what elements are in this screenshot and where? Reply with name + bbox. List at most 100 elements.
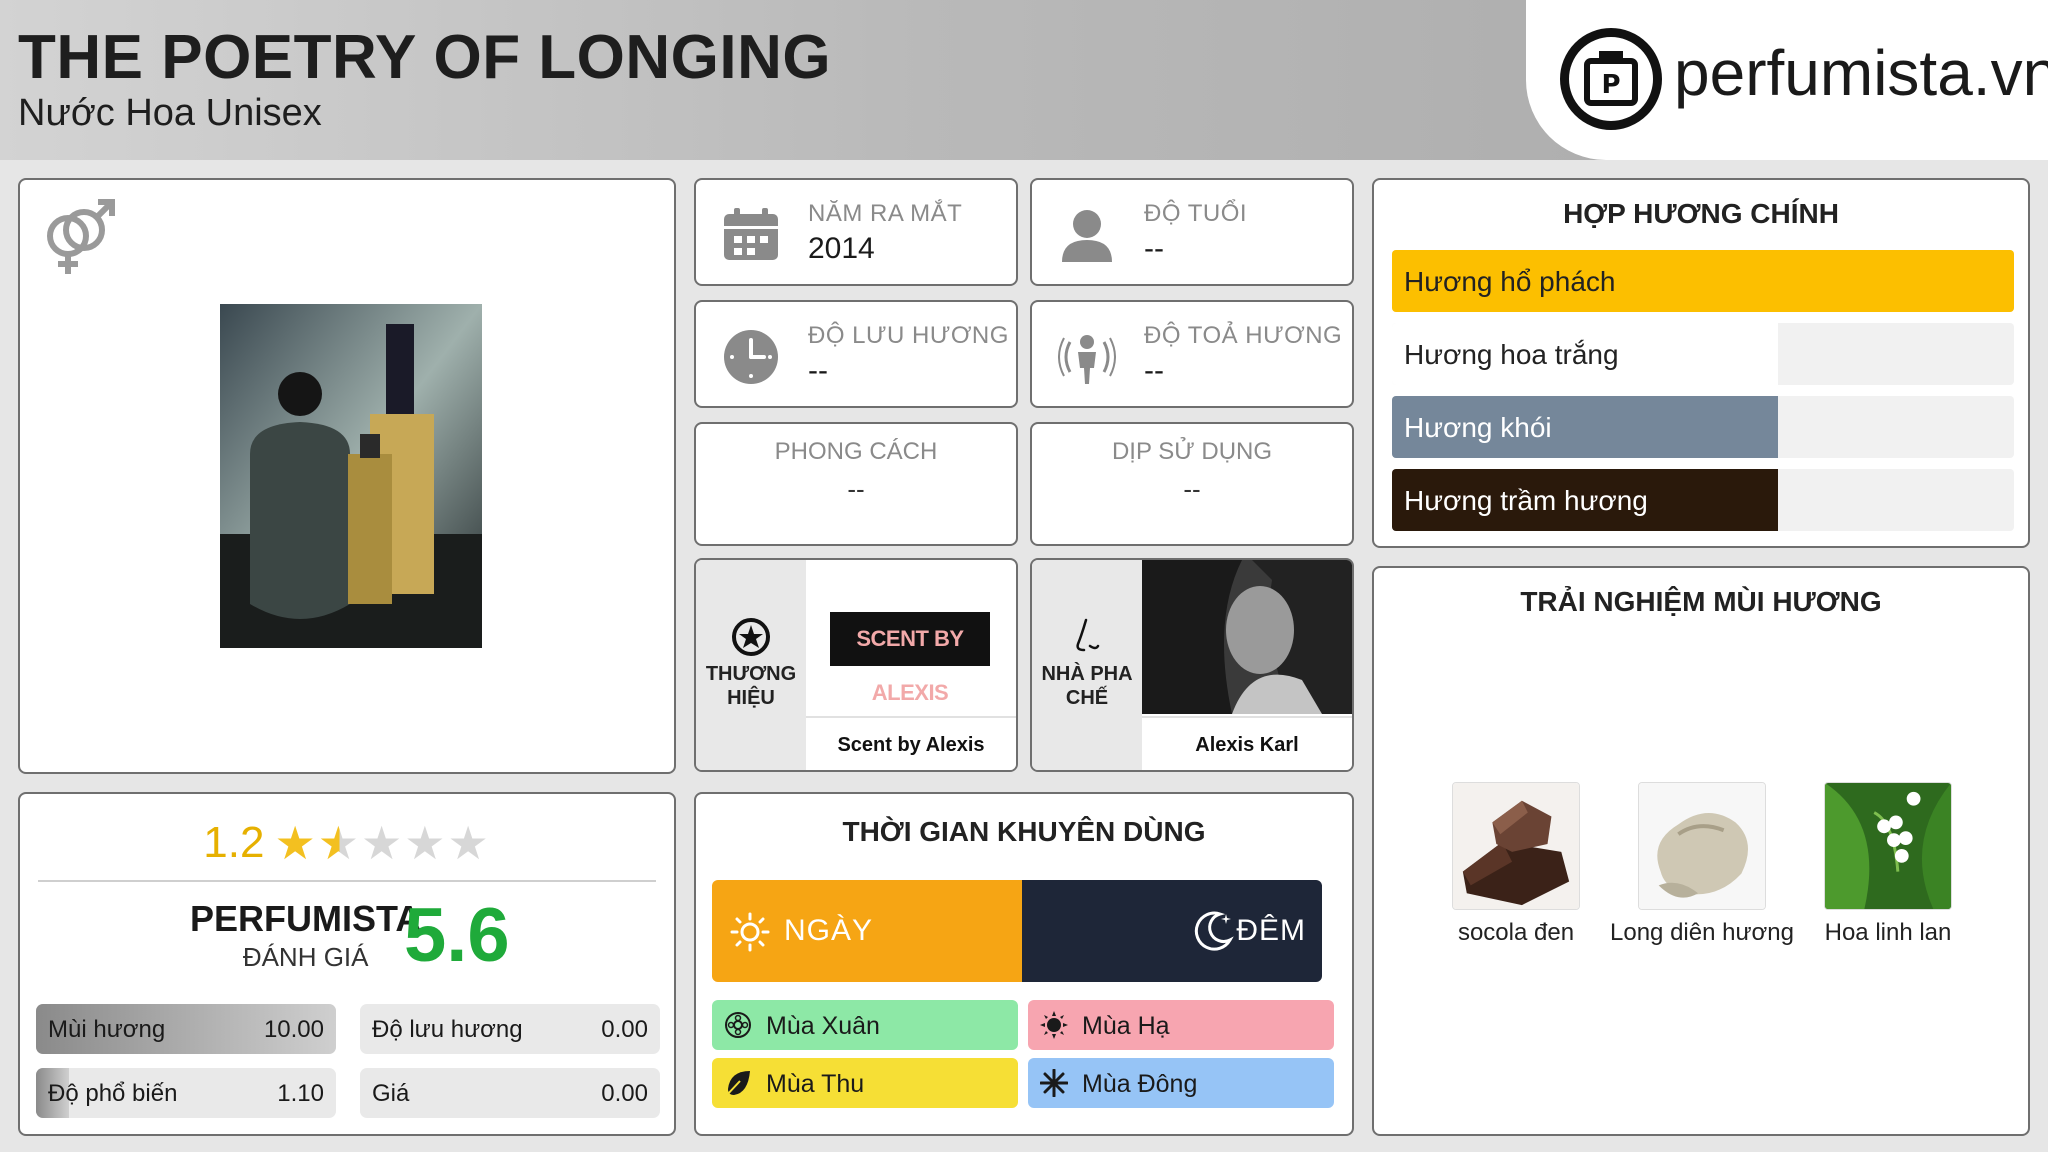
note-image-ambergris[interactable] xyxy=(1638,782,1766,910)
sillage-icon xyxy=(1058,335,1116,384)
metric-label: Độ lưu hương xyxy=(372,1016,523,1043)
day-night-bar: NGÀY ĐÊM xyxy=(712,880,1322,982)
star-icon[interactable]: ★ xyxy=(318,817,361,869)
metric-label: Mùi hương xyxy=(48,1016,166,1043)
accord-label: Hương khói xyxy=(1404,412,1552,443)
user-rating-score: 1.2 xyxy=(203,818,265,868)
sillage-label: ĐỘ TOẢ HƯƠNG xyxy=(1144,322,1343,349)
page-title: THE POETRY OF LONGING xyxy=(18,23,832,92)
perfumer-side-label: NHÀ PHA CHẾ xyxy=(1041,663,1133,709)
occasion-card: DỊP SỬ DỤNG -- xyxy=(1030,422,1354,546)
day-label: NGÀY xyxy=(784,914,874,947)
night-label: ĐÊM xyxy=(1236,914,1306,947)
perfumista-label: PERFUMISTA xyxy=(190,898,422,939)
user-rating: 1.2 ★★★★★ xyxy=(20,816,674,870)
perfumista-rating-label: PERFUMISTA ĐÁNH GIÁ xyxy=(190,898,421,973)
note-image-dark-chocolate[interactable] xyxy=(1452,782,1580,910)
accord-bar: Hương hổ phách xyxy=(1392,250,2014,312)
scent-experience-card: TRẢI NGHIỆM MÙI HƯƠNG socola đen Long di… xyxy=(1372,566,2030,1136)
metric-price: Giá 0.00 xyxy=(360,1068,660,1118)
header: THE POETRY OF LONGING Nước Hoa Unisex P … xyxy=(0,0,2048,160)
note-item[interactable]: socola đen xyxy=(1416,782,1616,948)
note-item[interactable]: Hoa linh lan xyxy=(1788,782,1988,948)
perfumista-score: 5.6 xyxy=(404,893,510,978)
brand-name-link[interactable]: Scent by Alexis xyxy=(806,716,1016,770)
metric-value: 0.00 xyxy=(601,1080,648,1107)
brand-logo-text: SCENT BY ALEXIS xyxy=(830,612,990,705)
metric-popularity: Độ phổ biến 1.10 xyxy=(36,1068,336,1118)
occasion-value: -- xyxy=(1183,474,1201,504)
product-photo xyxy=(220,304,482,648)
time-title: THỜI GIAN KHUYÊN DÙNG xyxy=(842,816,1206,847)
sillage-card: ĐỘ TOẢ HƯƠNG -- xyxy=(1030,300,1354,408)
metric-value: 0.00 xyxy=(601,1016,648,1043)
page-subtitle: Nước Hoa Unisex xyxy=(18,92,322,134)
perfumer-side-pane: NHÀ PHA CHẾ xyxy=(1032,560,1142,770)
moon-icon xyxy=(1194,911,1234,951)
age-card: ĐỘ TUỔI -- xyxy=(1030,178,1354,286)
brand-logo-image[interactable]: SCENT BY ALEXIS xyxy=(806,560,1016,714)
recommended-time-card: THỜI GIAN KHUYÊN DÙNG NGÀY ĐÊM Mùa Xuân … xyxy=(694,792,1354,1136)
rating-stars[interactable]: ★★★★★ xyxy=(274,816,490,870)
star-icon[interactable]: ★ xyxy=(361,817,404,869)
longevity-value: -- xyxy=(808,354,828,387)
accord-label: Hương trầm hương xyxy=(1404,485,1648,516)
star-icon[interactable]: ★ xyxy=(274,817,317,869)
site-logo[interactable]: P perfumista.vn xyxy=(1526,0,2048,160)
person-icon xyxy=(1062,210,1112,262)
logo-text: perfumista.vn xyxy=(1674,37,2048,109)
season-winter: Mùa Đông xyxy=(1028,1058,1334,1108)
note-label[interactable]: Long diên hương xyxy=(1602,918,1802,948)
season-spring: Mùa Xuân xyxy=(712,1000,1018,1050)
metric-value: 10.00 xyxy=(263,1016,324,1043)
star-icon[interactable]: ★ xyxy=(404,817,447,869)
nose-icon xyxy=(1076,618,1100,652)
unisex-gender-icon xyxy=(47,199,115,274)
style-label: PHONG CÁCH xyxy=(774,438,938,465)
season-summer: Mùa Hạ xyxy=(1028,1000,1334,1050)
launch-year-label: NĂM RA MẮT xyxy=(808,200,963,227)
metric-label: Độ phổ biến xyxy=(48,1080,178,1107)
day-segment: NGÀY xyxy=(712,880,1022,982)
accords-title: HỢP HƯƠNG CHÍNH xyxy=(1563,198,1839,229)
metric-label: Giá xyxy=(372,1080,410,1107)
perfumer-photo[interactable] xyxy=(1142,560,1354,714)
notes-title: TRẢI NGHIỆM MÙI HƯƠNG xyxy=(1520,586,1882,617)
product-image-card xyxy=(18,178,676,774)
note-image-lily-of-the-valley[interactable] xyxy=(1824,782,1952,910)
brand-card[interactable]: THƯƠNG HIỆU SCENT BY ALEXIS Scent by Ale… xyxy=(694,558,1018,772)
launch-year-card: NĂM RA MẮT 2014 xyxy=(694,178,1018,286)
season-label: Mùa Hạ xyxy=(1082,1012,1170,1040)
age-value: -- xyxy=(1144,232,1164,265)
star-icon[interactable]: ★ xyxy=(447,817,490,869)
occasion-label: DỊP SỬ DỤNG xyxy=(1111,438,1273,465)
svg-text:P: P xyxy=(1601,70,1620,100)
note-label[interactable]: socola đen xyxy=(1416,918,1616,948)
brand-side-pane: THƯƠNG HIỆU xyxy=(696,560,806,770)
age-label: ĐỘ TUỔI xyxy=(1144,200,1248,227)
divider xyxy=(38,880,656,882)
rating-card: 1.2 ★★★★★ PERFUMISTA ĐÁNH GIÁ 5.6 Mùi hươ… xyxy=(18,792,676,1136)
longevity-label: ĐỘ LƯU HƯƠNG xyxy=(808,322,1009,349)
style-card: PHONG CÁCH -- xyxy=(694,422,1018,546)
accord-bar: Hương trầm hương xyxy=(1392,469,2014,531)
accord-bar: Hương khói xyxy=(1392,396,2014,458)
note-item[interactable]: Long diên hương xyxy=(1602,782,1802,948)
flower-icon xyxy=(725,1012,751,1038)
perfume-bottle-logo-icon: P xyxy=(1560,28,1662,130)
season-label: Mùa Thu xyxy=(766,1070,865,1098)
style-value: -- xyxy=(847,474,865,504)
perfumer-name-link[interactable]: Alexis Karl xyxy=(1142,716,1352,770)
metric-scent: Mùi hương 10.00 xyxy=(36,1004,336,1054)
metric-value: 1.10 xyxy=(277,1080,324,1107)
snowflake-icon xyxy=(1040,1069,1068,1097)
perfumer-card[interactable]: NHÀ PHA CHẾ Alexis Karl xyxy=(1030,558,1354,772)
accord-label: Hương hoa trắng xyxy=(1404,339,1619,370)
perfumista-sublabel: ĐÁNH GIÁ xyxy=(242,942,369,972)
season-label: Mùa Đông xyxy=(1082,1070,1198,1098)
clock-icon xyxy=(724,330,778,384)
note-label[interactable]: Hoa linh lan xyxy=(1788,918,1988,948)
main-accords-card: HỢP HƯƠNG CHÍNH Hương hổ phách Hương hoa… xyxy=(1372,178,2030,548)
metric-longevity: Độ lưu hương 0.00 xyxy=(360,1004,660,1054)
accord-label: Hương hổ phách xyxy=(1404,266,1616,297)
